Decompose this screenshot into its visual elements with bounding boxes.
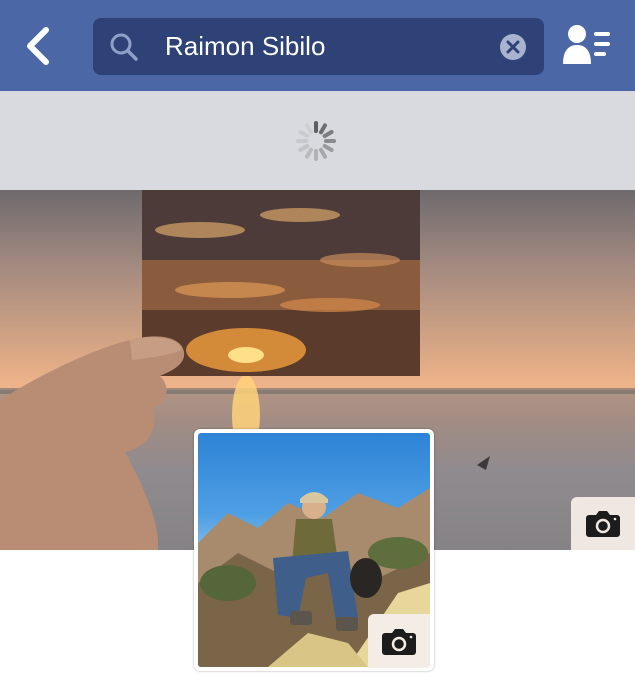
cover-photo-camera-button[interactable] bbox=[571, 497, 635, 550]
search-bar[interactable] bbox=[93, 18, 544, 75]
clear-icon[interactable] bbox=[498, 32, 528, 62]
chevron-left-icon bbox=[27, 27, 49, 65]
loading-area bbox=[0, 91, 635, 190]
top-nav-bar bbox=[0, 0, 635, 91]
friend-list-button[interactable] bbox=[560, 20, 618, 68]
search-input[interactable] bbox=[165, 26, 485, 66]
camera-icon bbox=[382, 629, 416, 655]
friend-list-icon bbox=[563, 25, 610, 64]
profile-picture-camera-button[interactable] bbox=[368, 614, 430, 668]
camera-icon bbox=[586, 511, 620, 537]
spinner-icon bbox=[296, 121, 336, 161]
search-icon bbox=[110, 33, 138, 61]
back-button[interactable] bbox=[18, 22, 62, 70]
